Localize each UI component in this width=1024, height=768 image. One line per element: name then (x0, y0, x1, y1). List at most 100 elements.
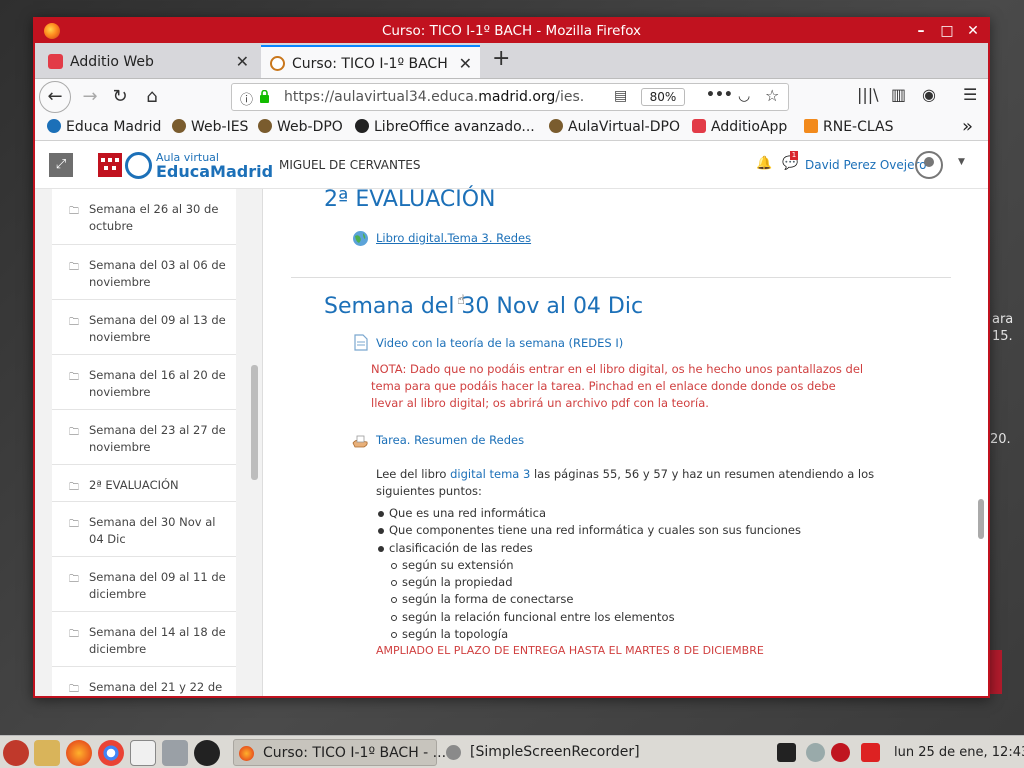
chromium-icon[interactable] (98, 740, 124, 766)
bookmark-libreoffice[interactable]: LibreOffice avanzado... (355, 119, 535, 135)
bullet (378, 546, 384, 552)
tab-bar: Additio Web ✕ Curso: TICO I-1º BACH ✕ + (35, 43, 988, 79)
tab-label: Additio Web (70, 54, 154, 70)
drawer-item[interactable]: 🗀 Semana del 03 al 06 de noviembre (52, 245, 236, 300)
tab-label: Curso: TICO I-1º BACH (292, 56, 448, 72)
drawer-item[interactable]: 🗀 Semana del 09 al 11 de diciembre (52, 557, 236, 612)
close-button[interactable]: ✕ (963, 21, 983, 41)
library-icon[interactable]: |||\ (857, 85, 879, 104)
account-icon[interactable]: ◉ (922, 85, 936, 104)
reader-view-icon[interactable]: ▤ (614, 88, 627, 104)
site-header: ⤢ Aula virtual EducaMadrid MIGUEL DE CER… (35, 141, 988, 189)
desktop-decoration (988, 650, 1002, 694)
drawer-item[interactable]: 🗀 Semana del 16 al 20 de noviembre (52, 355, 236, 410)
taskbar-task-firefox[interactable]: Curso: TICO I-1º BACH - ... (233, 739, 446, 766)
drawer-item[interactable]: 🗀 Semana del 09 al 13 de noviembre (52, 300, 236, 355)
close-tab-icon[interactable]: ✕ (236, 52, 249, 71)
aulavirtual-icon (549, 119, 563, 133)
notifications-bell-icon[interactable]: 🔔 (756, 156, 772, 171)
drawer-item[interactable]: 🗀 Semana del 23 al 27 de noviembre (52, 410, 236, 465)
user-name[interactable]: David Perez Ovejero (805, 158, 926, 172)
lock-icon[interactable] (259, 90, 270, 103)
taskbar-task-recorder[interactable]: [SimpleScreenRecorder] (441, 739, 641, 766)
url-bar[interactable]: ⓘ https://aulavirtual34.educa.madrid.org… (231, 83, 789, 111)
bookmarks-overflow-icon[interactable]: » (962, 116, 973, 137)
educamadrid-logo-icon[interactable] (125, 152, 152, 179)
digital-tema-link[interactable]: digital tema 3 (450, 467, 530, 481)
logo-title[interactable]: EducaMadrid (156, 162, 273, 181)
drawer-item[interactable]: 🗀 Semana del 21 y 22 de (52, 667, 236, 696)
page-scrollbar[interactable] (978, 499, 984, 539)
bookmark-web-dpo[interactable]: Web-DPO (258, 119, 343, 135)
maximize-button[interactable]: □ (937, 21, 957, 41)
printer-tray-icon[interactable] (777, 743, 796, 762)
bookmark-star-icon[interactable]: ☆ (765, 86, 779, 105)
network-tray-icon[interactable] (806, 743, 825, 762)
reload-button[interactable]: ↻ (106, 84, 134, 110)
back-button[interactable]: ← (39, 81, 71, 113)
sub-bullet (391, 597, 397, 603)
educamadrid-icon (47, 119, 61, 133)
globe-icon (353, 231, 368, 246)
recording-tray-icon[interactable] (831, 743, 850, 762)
bookmark-educa-madrid[interactable]: Educa Madrid (47, 119, 161, 135)
camera-icon[interactable] (162, 740, 188, 766)
recorder-icon (446, 745, 461, 760)
info-icon[interactable]: ⓘ (240, 89, 253, 108)
firefox-icon (239, 746, 254, 761)
drawer-item[interactable]: 🗀 Semana del 30 Nov al 04 Dic (52, 502, 236, 557)
aulavirtual-icon (270, 56, 285, 71)
deadline-notice: AMPLIADO EL PLAZO DE ENTREGA HASTA EL MA… (376, 644, 764, 657)
list-item: Que componentes tiene una red informátic… (389, 523, 801, 537)
clock[interactable]: lun 25 de ene, 12:43 (894, 745, 1024, 760)
video-link[interactable]: Video con la teoría de la semana (REDES … (376, 336, 623, 350)
notes-icon[interactable] (130, 740, 156, 766)
chevron-down-icon[interactable]: ▼ (958, 157, 965, 167)
firefox-icon[interactable] (66, 740, 92, 766)
menu-icon[interactable]: ☰ (963, 85, 977, 104)
close-tab-icon[interactable]: ✕ (459, 54, 472, 73)
folder-icon: 🗀 (69, 262, 79, 273)
drawer-item[interactable]: 🗀 2ª EVALUACIÓN (52, 465, 236, 502)
volume-tray-icon[interactable] (861, 743, 880, 762)
section-title[interactable]: Semana del 30 Nov al 04 Dic (324, 294, 643, 319)
bookmark-rne-clas[interactable]: RNE-CLAS (804, 119, 893, 135)
libro-digital-link[interactable]: Libro digital.Tema 3. Redes (376, 231, 531, 245)
tarea-description: Lee del libro digital tema 3 las páginas… (376, 467, 875, 498)
start-menu-icon[interactable] (3, 740, 29, 766)
tarea-link[interactable]: Tarea. Resumen de Redes (376, 433, 524, 447)
zoom-level[interactable]: 80% (641, 88, 685, 106)
forward-button[interactable]: → (76, 84, 104, 110)
screen-recorder-icon[interactable] (194, 740, 220, 766)
pocket-icon[interactable]: ◡ (738, 88, 750, 104)
sub-bullet (391, 615, 397, 621)
list-item: según su extensión (402, 558, 514, 572)
drawer-item[interactable]: 🗀 Semana el 26 al 30 de octubre (52, 189, 236, 245)
additio-icon (48, 54, 63, 69)
new-tab-button[interactable]: + (492, 46, 510, 71)
url-text[interactable]: https://aulavirtual34.educa.madrid.org/i… (284, 89, 584, 105)
home-button[interactable]: ⌂ (138, 84, 166, 110)
bookmark-aulavirtual-dpo[interactable]: AulaVirtual-DPO (549, 119, 680, 135)
avatar[interactable] (915, 151, 943, 179)
sidebar-icon[interactable]: ▥ (891, 85, 906, 104)
bookmark-web-ies[interactable]: Web-IES (172, 119, 248, 135)
tab-additio[interactable]: Additio Web ✕ (39, 45, 257, 78)
tab-aulavirtual[interactable]: Curso: TICO I-1º BACH ✕ (261, 45, 480, 78)
minimize-button[interactable]: – (911, 21, 931, 41)
list-item: según la relación funcional entre los el… (402, 610, 675, 624)
nav-bar: ← → ↻ ⌂ ⓘ https://aulavirtual34.educa.ma… (35, 79, 988, 115)
desktop-text: ara (992, 312, 1014, 327)
expand-drawer-icon[interactable]: ⤢ (49, 153, 73, 177)
course-drawer: 🗀 Semana el 26 al 30 de octubre 🗀 Semana d… (35, 189, 263, 696)
text-editor-icon[interactable] (34, 740, 60, 766)
section-divider (291, 277, 951, 278)
bookmark-additioapp[interactable]: AdditioApp (692, 119, 787, 135)
drawer-item[interactable]: 🗀 Semana del 14 al 18 de diciembre (52, 612, 236, 667)
school-name[interactable]: MIGUEL DE CERVANTES (279, 158, 421, 172)
message-count-badge: 1 (790, 151, 798, 160)
drawer-scrollbar[interactable] (251, 365, 258, 480)
section-title[interactable]: 2ª EVALUACIÓN (324, 187, 496, 212)
list-item: según la topología (402, 627, 509, 641)
page-actions-icon[interactable]: ••• (706, 87, 733, 103)
